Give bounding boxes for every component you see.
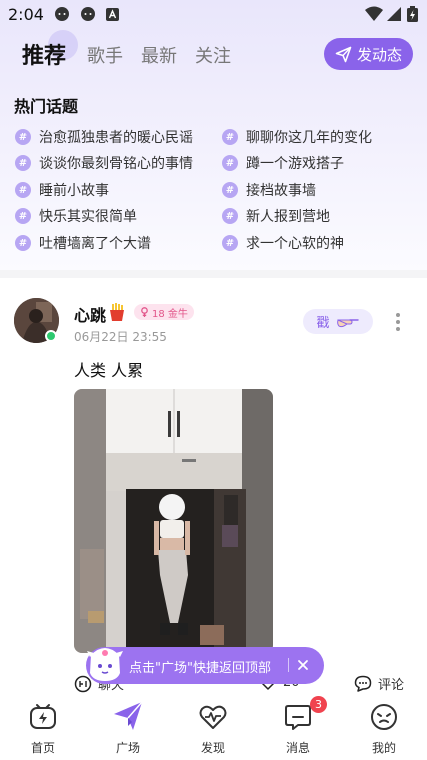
close-icon[interactable] xyxy=(295,657,311,673)
nav-item-profile[interactable]: 我的 xyxy=(354,697,414,760)
post-timestamp: 06月22日 23:55 xyxy=(74,330,167,344)
topic-label: 快乐其实很简单 xyxy=(39,209,137,225)
chat-notification-icon xyxy=(55,7,69,21)
hashtag-icon: # xyxy=(15,182,31,198)
smile-face-icon xyxy=(371,704,397,730)
home-bolt-icon xyxy=(30,704,56,729)
send-icon xyxy=(335,46,352,62)
nav-item-square[interactable]: 广场 xyxy=(98,697,158,760)
post-update-label: 发动态 xyxy=(356,45,402,64)
poke-button[interactable]: 戳 xyxy=(303,309,373,334)
status-time: 2:04 xyxy=(8,5,44,24)
badge-label: 18 金牛 xyxy=(152,308,188,320)
heart-pulse-icon xyxy=(199,705,227,729)
topic-label: 谈谈你最刻骨铭心的事情 xyxy=(39,156,193,172)
topic-label: 聊聊你这几年的变化 xyxy=(246,130,372,146)
tab-latest[interactable]: 最新 xyxy=(141,42,177,68)
hashtag-icon: # xyxy=(222,182,238,198)
toast-message: 点击"广场"快捷返回顶部 xyxy=(129,661,271,676)
post-update-button[interactable]: 发动态 xyxy=(324,38,413,70)
topic-label: 治愈孤独患者的暖心民谣 xyxy=(39,130,193,146)
chat-notification-icon xyxy=(81,7,95,21)
battery-charging-icon xyxy=(407,6,418,22)
hashtag-icon: # xyxy=(222,129,238,145)
topic-label: 吐槽墙离了个大谱 xyxy=(39,236,151,252)
nav-item-discover[interactable]: 发现 xyxy=(183,697,243,760)
topic-item[interactable]: # 吐槽墙离了个大谱 xyxy=(15,233,151,253)
topic-label: 睡前小故事 xyxy=(39,183,109,199)
zodiac-badge: 18 金牛 xyxy=(134,304,194,320)
hashtag-icon: # xyxy=(15,235,31,251)
bottom-nav: 首页 广场 发现 消息 我的 xyxy=(0,697,427,760)
topic-item[interactable]: # 接档故事墙 xyxy=(222,180,316,200)
topic-label: 蹲一个游戏搭子 xyxy=(246,156,344,172)
hashtag-icon: # xyxy=(15,208,31,224)
app-notification-icon xyxy=(106,8,119,21)
username[interactable]: 心跳 xyxy=(74,302,106,326)
nav-label: 消息 xyxy=(285,741,310,755)
fries-icon xyxy=(110,303,124,321)
female-icon xyxy=(141,307,148,317)
hashtag-icon: # xyxy=(222,155,238,171)
mirror-selfie-photo xyxy=(74,389,273,653)
paper-plane-icon xyxy=(114,701,143,730)
nav-item-home[interactable]: 首页 xyxy=(13,697,73,760)
comment-label: 评论 xyxy=(378,678,405,693)
status-bar: 2:04 xyxy=(0,0,427,30)
mascot-icon xyxy=(87,648,123,681)
comment-action[interactable]: 评论 xyxy=(354,674,404,693)
topic-label: 求一个心软的神 xyxy=(246,236,344,252)
tab-following[interactable]: 关注 xyxy=(195,42,231,68)
tab-singers[interactable]: 歌手 xyxy=(87,42,123,68)
hashtag-icon: # xyxy=(222,235,238,251)
toast-separator xyxy=(288,658,289,672)
post-text: 人类 人累 xyxy=(74,361,144,380)
topic-item[interactable]: # 聊聊你这几年的变化 xyxy=(222,127,372,147)
section-divider xyxy=(0,270,427,278)
message-icon xyxy=(285,705,311,730)
cellular-signal-icon xyxy=(387,7,401,21)
comment-icon xyxy=(354,675,372,692)
topic-label: 新人报到营地 xyxy=(246,209,330,225)
wifi-icon xyxy=(365,6,383,21)
post-photo[interactable] xyxy=(74,389,273,653)
hashtag-icon: # xyxy=(15,155,31,171)
topic-item[interactable]: # 谈谈你最刻骨铭心的事情 xyxy=(15,153,193,173)
message-count-badge: 3 xyxy=(310,696,327,713)
tab-recommend[interactable]: 推荐 xyxy=(22,38,66,70)
nav-label: 发现 xyxy=(200,741,225,755)
poke-label: 戳 xyxy=(316,316,330,331)
topic-item[interactable]: # 睡前小故事 xyxy=(15,180,109,200)
pointing-hand-icon xyxy=(336,318,359,327)
more-options-icon[interactable] xyxy=(395,312,401,332)
nav-label: 广场 xyxy=(115,741,140,755)
topic-label: 接档故事墙 xyxy=(246,183,316,199)
topic-item[interactable]: # 快乐其实很简单 xyxy=(15,206,137,226)
topic-item[interactable]: # 新人报到营地 xyxy=(222,206,330,226)
hot-topics-title: 热门话题 xyxy=(14,97,79,116)
hashtag-icon: # xyxy=(222,208,238,224)
nav-label: 首页 xyxy=(30,741,55,755)
nav-label: 我的 xyxy=(371,741,396,755)
topic-item[interactable]: # 蹲一个游戏搭子 xyxy=(222,153,344,173)
topic-item[interactable]: # 治愈孤独患者的暖心民谣 xyxy=(15,127,193,147)
hashtag-icon: # xyxy=(15,129,31,145)
online-indicator xyxy=(45,330,57,342)
topic-item[interactable]: # 求一个心软的神 xyxy=(222,233,344,253)
